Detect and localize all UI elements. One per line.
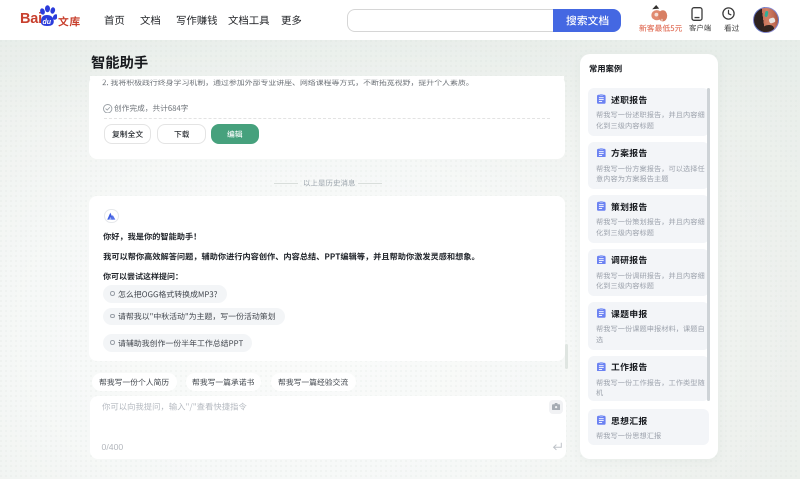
svg-text:du: du (43, 19, 52, 26)
